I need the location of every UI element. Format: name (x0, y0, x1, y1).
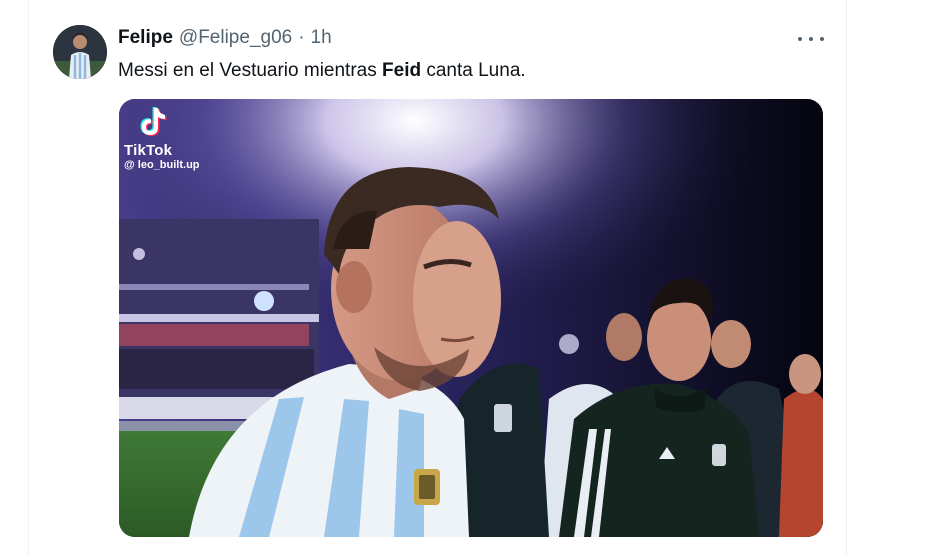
tweet-text-part: Messi en el Vestuario mientras (118, 60, 383, 81)
tweet-video[interactable]: TikTok @ leo_built.up (119, 99, 823, 537)
tweet-header: Felipe @Felipe_g06 · 1h (118, 27, 332, 51)
tweet-card[interactable]: Felipe @Felipe_g06 · 1h Messi en el Vest… (0, 0, 936, 555)
timeline-divider-right (846, 0, 847, 555)
more-horizontal-icon[interactable] (798, 30, 824, 48)
author-display-name[interactable]: Felipe (118, 27, 173, 49)
tweet-text-bold: Feid (382, 60, 422, 81)
tiktok-watermark-brand: TikTok (124, 142, 173, 159)
video-frame (119, 99, 823, 537)
tweet-text-part: canta Luna. (421, 60, 526, 81)
tweet-timestamp[interactable]: 1h (311, 27, 332, 49)
meta-separator: · (298, 27, 305, 48)
author-handle[interactable]: @Felipe_g06 (179, 27, 292, 49)
tiktok-logo-icon (140, 107, 167, 136)
avatar[interactable] (53, 25, 107, 79)
tiktok-watermark-user: @ leo_built.up (124, 159, 200, 171)
tweet-text: Messi en el Vestuario mientras Feid cant… (118, 60, 526, 82)
timeline-divider-left (28, 0, 29, 555)
